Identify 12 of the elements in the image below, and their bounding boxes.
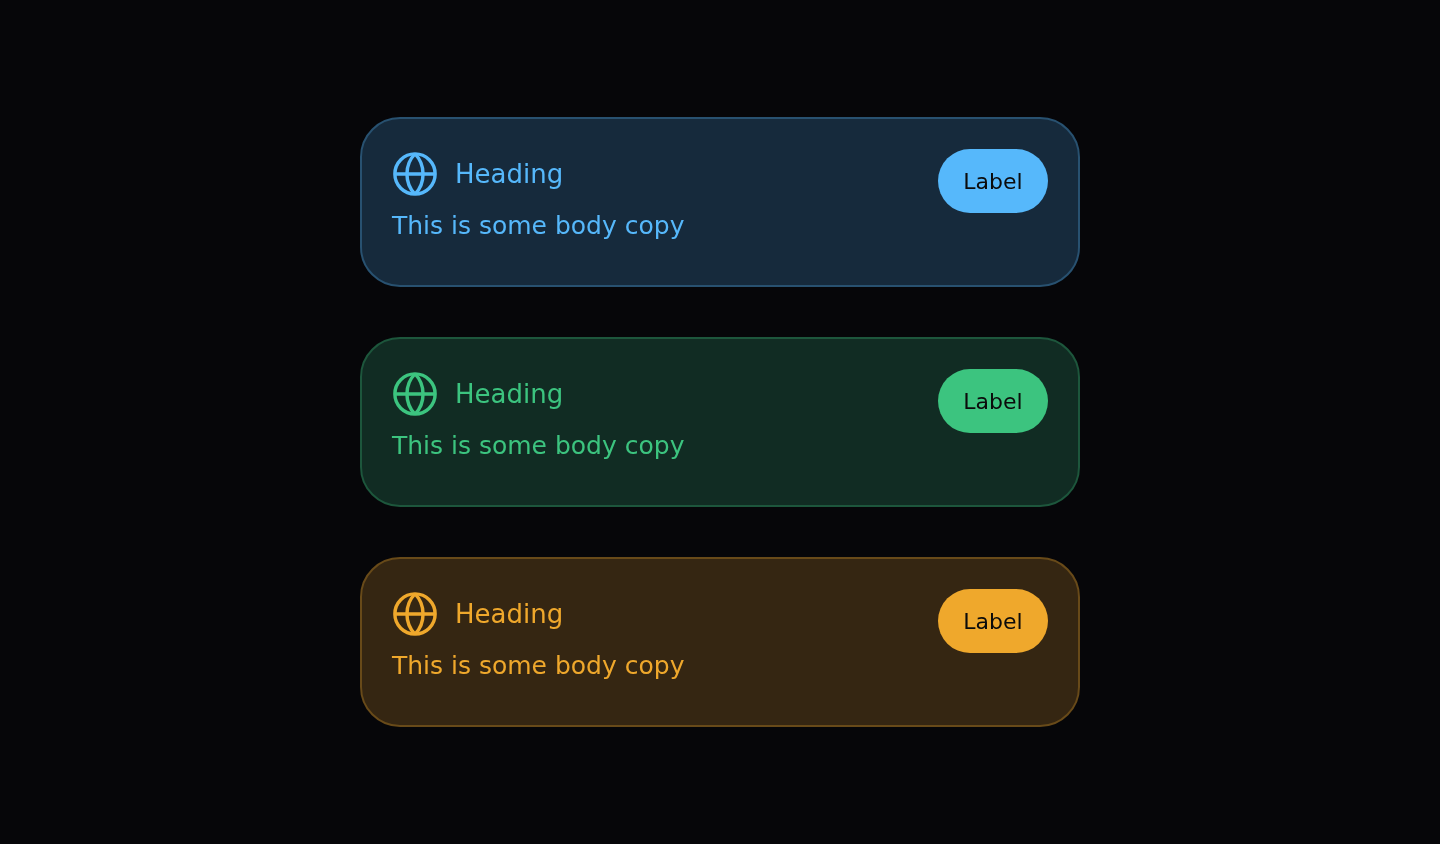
body-text: This is some body copy xyxy=(392,211,685,240)
card-heading: Heading xyxy=(455,379,564,409)
label-button[interactable]: Label xyxy=(938,369,1048,433)
globe-icon xyxy=(392,591,438,637)
body-text: This is some body copy xyxy=(392,651,685,680)
body-text: This is some body copy xyxy=(392,431,685,460)
card-heading: Heading xyxy=(455,159,564,189)
globe-icon xyxy=(392,151,438,197)
label-button[interactable]: Label xyxy=(938,589,1048,653)
label-button[interactable]: Label xyxy=(938,149,1048,213)
globe-icon xyxy=(392,371,438,417)
card-heading: Heading xyxy=(455,599,564,629)
